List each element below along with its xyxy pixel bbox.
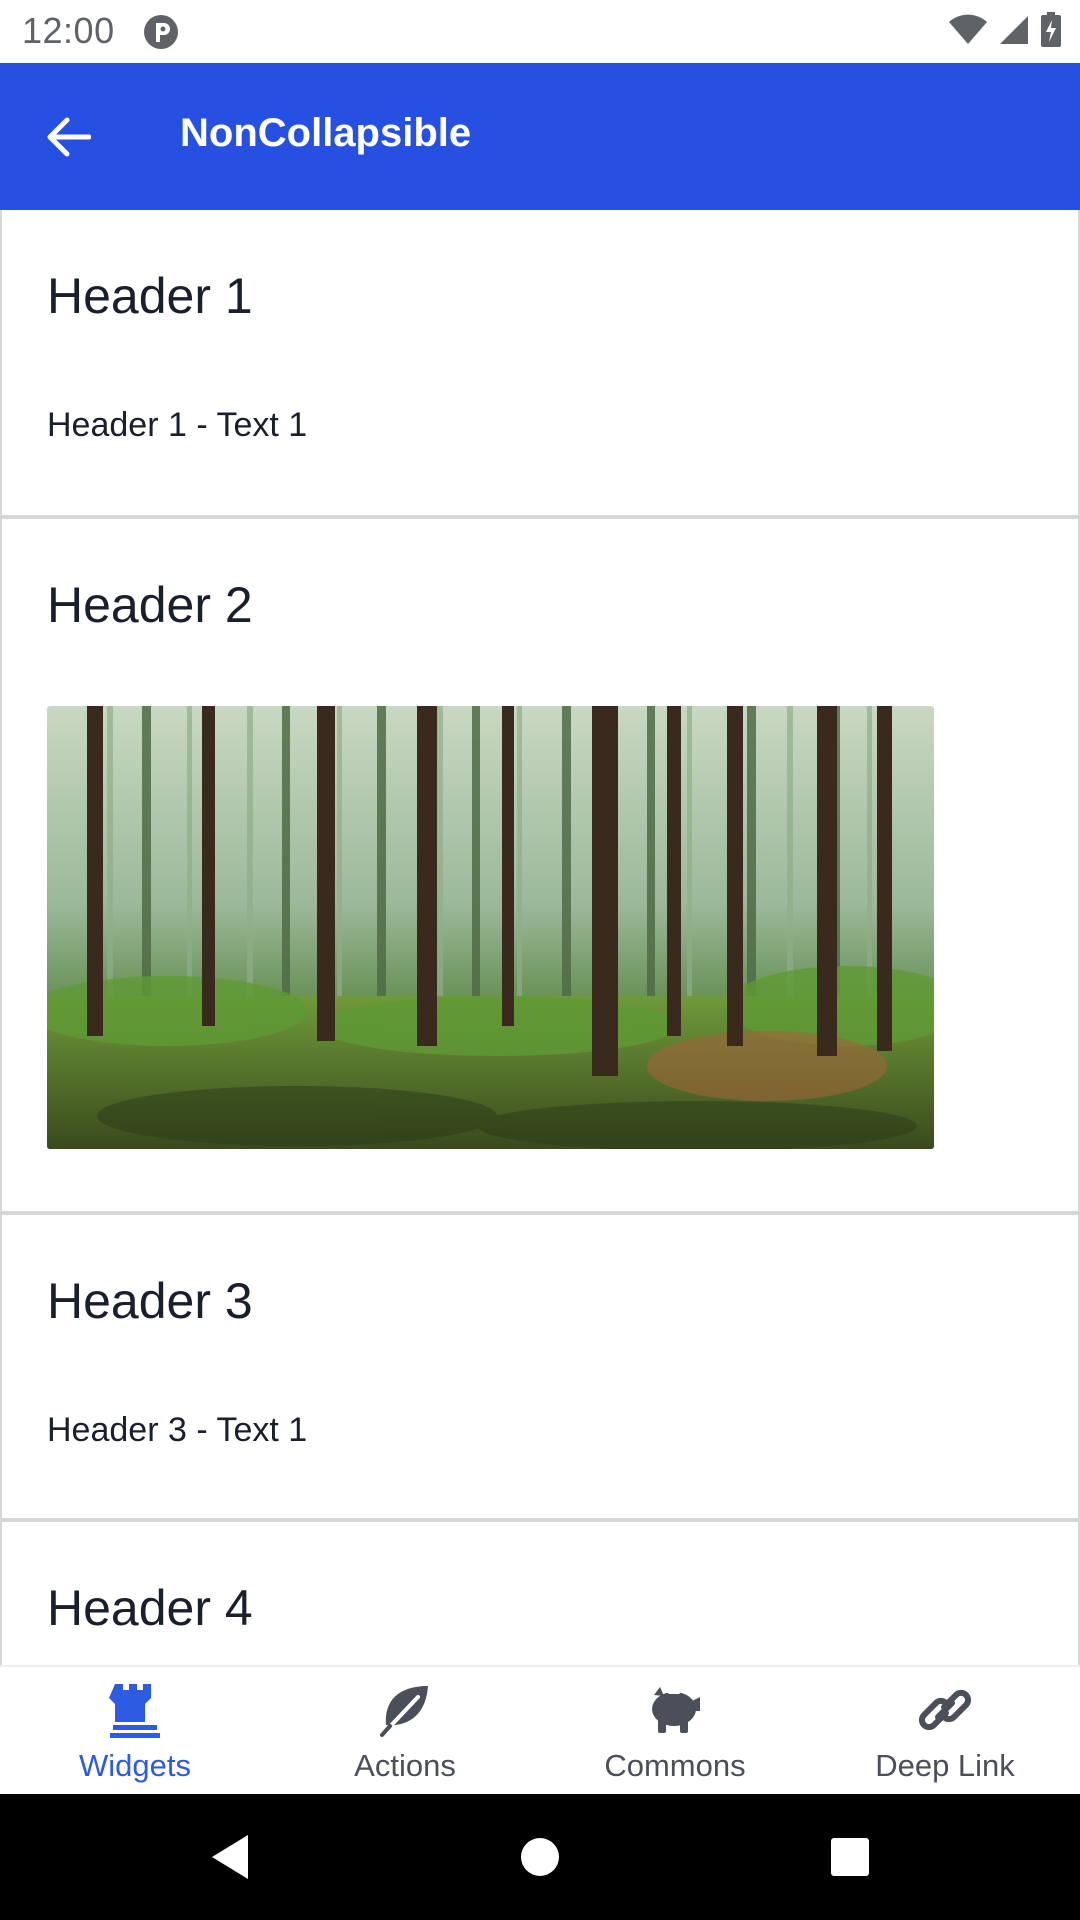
nav-item-commons[interactable]: Commons [540,1667,810,1794]
castle-icon [109,1684,160,1738]
link-icon [918,1689,972,1731]
system-home-button[interactable] [500,1794,580,1920]
nav-item-widgets[interactable]: Widgets [0,1667,270,1794]
nav-item-actions[interactable]: Actions [270,1667,540,1794]
page-title: NonCollapsible [180,111,472,155]
status-bar: 12:00 [0,0,1080,63]
system-back-button[interactable] [190,1794,270,1920]
app-notification-icon [144,15,178,49]
system-navigation-bar [0,1794,1080,1920]
leaf-icon [380,1686,428,1737]
nav-label: Widgets [79,1748,191,1783]
forest-image [47,706,934,1149]
system-recents-button[interactable] [810,1794,890,1920]
back-button[interactable] [30,103,106,171]
app-bar: NonCollapsible [0,63,1080,210]
arrow-back-icon [47,117,91,157]
section-list[interactable]: Header 1 Header 1 - Text 1 Header 2 Head… [0,210,1080,1665]
section-header: Header 4 [47,1580,253,1636]
nav-label: Actions [354,1748,456,1783]
back-triangle-icon [212,1835,248,1879]
nav-label: Deep Link [875,1748,1015,1783]
section-card-2: Header 2 [0,517,1080,1213]
home-circle-icon [521,1838,559,1876]
section-header: Header 1 [47,268,253,324]
section-header: Header 3 [47,1273,253,1329]
nav-item-deep-link[interactable]: Deep Link [810,1667,1080,1794]
status-icons [948,12,1062,48]
section-text: Header 3 - Text 1 [47,1411,308,1449]
section-text: Header 1 - Text 1 [47,406,308,444]
bottom-navigation: Widgets Actions Commons Deep Link [0,1665,1080,1794]
nav-label: Commons [604,1748,746,1783]
section-card-3: Header 3 Header 3 - Text 1 [0,1213,1080,1520]
recents-square-icon [831,1838,869,1876]
status-time: 12:00 [22,10,115,51]
section-card-1: Header 1 Header 1 - Text 1 [0,210,1080,517]
app-screen: 12:00 NonCollapsible Header 1 Header 1 -… [0,0,1080,1920]
battery-icon [1041,12,1061,47]
piggy-bank-icon [652,1687,700,1733]
wifi-icon [949,14,987,44]
section-header: Header 2 [47,577,253,633]
cell-signal-icon [1000,16,1028,44]
section-card-4: Header 4 [0,1520,1080,1665]
